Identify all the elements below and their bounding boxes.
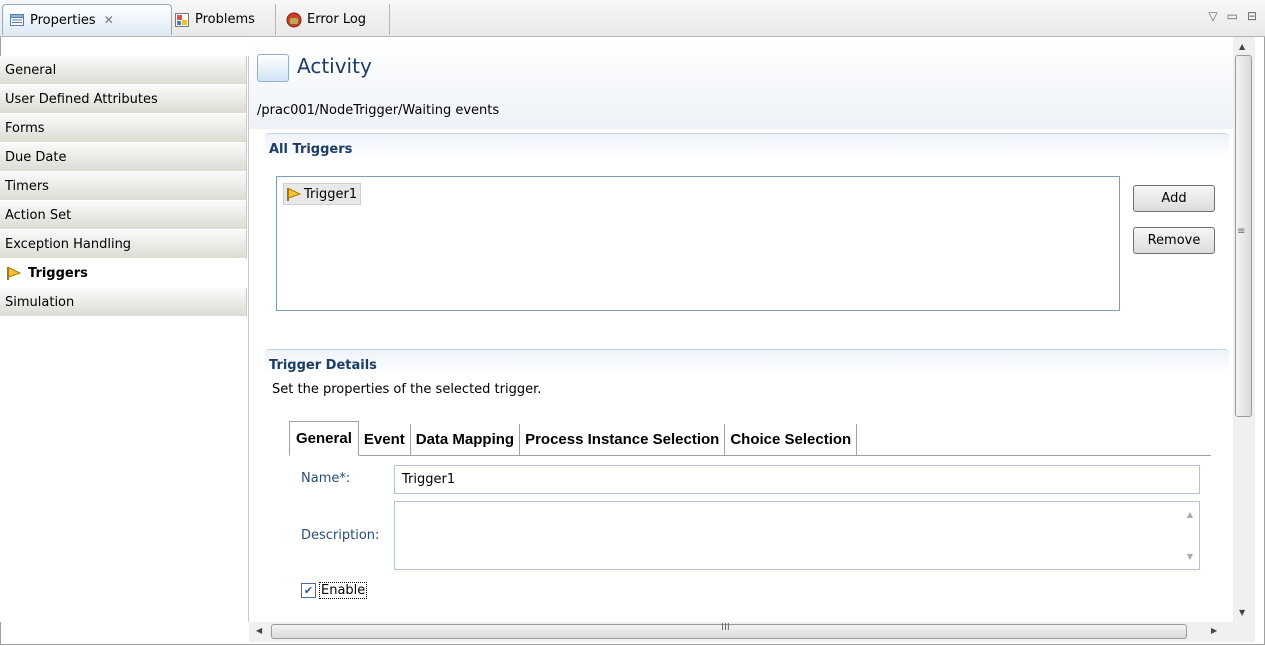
checkbox-checked-icon[interactable]: ✔ [301,583,316,598]
tab-properties[interactable]: Properties ✕ [2,4,172,35]
name-label: Name*: [301,471,351,486]
trigger-details-heading: Trigger Details [265,349,1229,375]
vertical-scrollbar[interactable]: ▲ ≡ ▼ [1233,37,1255,622]
tab-event[interactable]: Event [358,424,411,455]
sidebar-item-exception-handling[interactable]: Exception Handling [0,230,247,259]
name-field[interactable]: Trigger1 [394,465,1200,494]
sidebar-item-user-defined-attributes[interactable]: User Defined Attributes [0,85,247,114]
tab-problems-label: Problems [195,12,255,27]
tab-data-mapping[interactable]: Data Mapping [410,424,521,455]
sidebar-item-label: Action Set [5,207,72,223]
property-sections-sidebar: General User Defined Attributes Forms Du… [0,56,249,622]
maximize-icon[interactable]: ⊟ [1247,9,1257,23]
scroll-down-icon[interactable]: ▼ [1187,552,1193,561]
element-path: /prac001/NodeTrigger/Waiting events [257,103,500,118]
properties-content: Activity /prac001/NodeTrigger/Waiting ev… [249,37,1233,622]
problems-icon [175,12,189,27]
add-trigger-button[interactable]: Add [1133,185,1215,212]
sidebar-item-label: Exception Handling [5,236,132,252]
sidebar-item-action-set[interactable]: Action Set [0,201,247,230]
sidebar-item-label: Forms [5,120,45,136]
description-field[interactable]: ▲ ▼ [394,501,1200,570]
sidebar-item-label: User Defined Attributes [5,91,158,107]
scroll-left-arrow-icon[interactable]: ◀ [256,626,262,635]
trigger-name: Trigger1 [304,186,358,202]
description-label: Description: [301,528,380,543]
tab-error-log[interactable]: Error Log [280,4,390,35]
tab-error-log-label: Error Log [307,12,367,27]
close-icon[interactable]: ✕ [104,13,114,27]
all-triggers-heading: All Triggers [265,133,1229,159]
tab-choice-selection[interactable]: Choice Selection [725,424,858,455]
trigger-flag-icon [7,266,22,280]
trigger-details-description: Set the properties of the selected trigg… [272,382,542,397]
sidebar-item-label: Due Date [5,149,67,165]
view-tab-bar: Properties ✕ Problems Error Log ▽ ▭ ⊟ [0,0,1265,37]
tab-properties-label: Properties [30,12,96,28]
sidebar-item-forms[interactable]: Forms [0,114,247,143]
remove-trigger-button[interactable]: Remove [1133,227,1215,254]
scroll-right-arrow-icon[interactable]: ▶ [1211,626,1217,635]
enable-checkbox[interactable]: ✔ Enable [301,582,368,599]
sidebar-item-general[interactable]: General [0,56,247,85]
sidebar-item-label: General [5,62,57,78]
window-controls: ▽ ▭ ⊟ [1208,9,1257,23]
grip-icon: III [721,622,730,633]
triggers-list[interactable]: Trigger1 [276,176,1120,311]
scroll-up-icon[interactable]: ▲ [1187,510,1193,519]
properties-icon [10,14,24,26]
tab-general[interactable]: General [289,421,359,456]
enable-label: Enable [319,582,368,599]
tab-problems[interactable]: Problems [168,4,276,35]
activity-header: Activity /prac001/NodeTrigger/Waiting ev… [249,37,1233,129]
page-title: Activity [297,54,372,78]
sidebar-item-simulation[interactable]: Simulation [0,288,247,317]
minimize-icon[interactable]: ▭ [1227,9,1238,23]
sidebar-item-label: Timers [5,178,49,194]
sidebar-item-label: Simulation [5,294,75,310]
activity-icon [257,54,289,82]
error-log-icon [286,12,302,27]
view-menu-icon[interactable]: ▽ [1208,9,1217,23]
sidebar-item-timers[interactable]: Timers [0,172,247,201]
sidebar-item-due-date[interactable]: Due Date [0,143,247,172]
trigger-flag-icon [287,187,302,201]
sidebar-item-triggers[interactable]: Triggers [0,259,247,288]
horizontal-scrollbar[interactable]: ◀ III ▶ [249,622,1255,642]
scroll-down-arrow-icon[interactable]: ▼ [1239,608,1245,617]
scroll-up-arrow-icon[interactable]: ▲ [1239,42,1245,51]
sidebar-item-label: Triggers [28,265,88,281]
list-item[interactable]: Trigger1 [283,183,362,205]
tab-process-instance-selection[interactable]: Process Instance Selection [520,424,726,455]
trigger-detail-tabs: General Event Data Mapping Process Insta… [289,420,1211,456]
scroll-corner [1233,622,1255,642]
grip-icon: ≡ [1237,226,1246,237]
